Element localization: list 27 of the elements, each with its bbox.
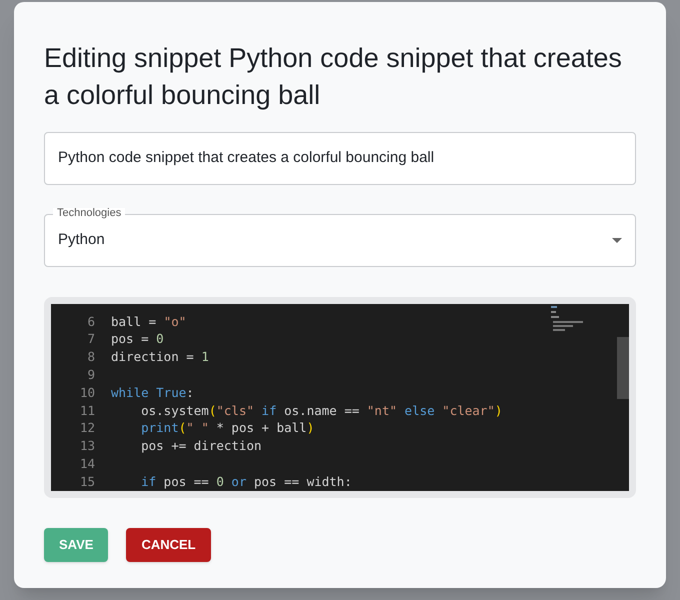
dialog-title: Editing snippet Python code snippet that creates a colorful bouncing ball — [44, 42, 623, 112]
scrollbar-thumb[interactable] — [617, 337, 629, 399]
line-number: 6 — [86, 312, 95, 331]
code-line: direction = 1 — [111, 348, 209, 366]
line-number: 11 — [78, 402, 95, 420]
line-number: 8 — [86, 348, 95, 366]
code-line: if pos == 0 or pos == width: — [140, 472, 352, 491]
technologies-label: Technologies — [53, 208, 126, 219]
line-number: 7 — [86, 330, 95, 348]
code-line: os.system("cls" if os.name == "nt" else "clear") — [140, 402, 502, 420]
cancel-button[interactable]: CANCEL — [126, 528, 211, 562]
name-input[interactable]: Python code snippet that creates a colorful bouncing ball — [58, 147, 622, 170]
line-number: 9 — [86, 366, 95, 384]
line-number: 13 — [78, 437, 95, 456]
code-line: pos += direction — [140, 437, 262, 456]
technologies-value: Python — [58, 230, 105, 250]
line-number: 12 — [78, 419, 95, 438]
code-editor[interactable]: 6 ball = "o" 7 pos = 0 8 direction = 1 9 10 while True: 11 os.system("cls" if os.name == "nt" else "clear") 12 print(" " * pos + ball) 13 pos += direction 14 15 if pos == 0 or pos == width: — [44, 297, 636, 498]
line-number: 14 — [78, 454, 95, 473]
code-line: ball = "o" — [111, 312, 186, 331]
dropdown-caret-icon — [612, 238, 622, 243]
line-number: 15 — [78, 472, 95, 491]
code-line: while True: — [111, 384, 194, 402]
code-line: print(" " * pos + ball) — [140, 419, 314, 438]
name-field[interactable]: Python code snippet that creates a colorful bouncing ball — [44, 132, 636, 185]
line-number: 10 — [78, 384, 95, 402]
code-line: pos = 0 — [111, 330, 164, 348]
